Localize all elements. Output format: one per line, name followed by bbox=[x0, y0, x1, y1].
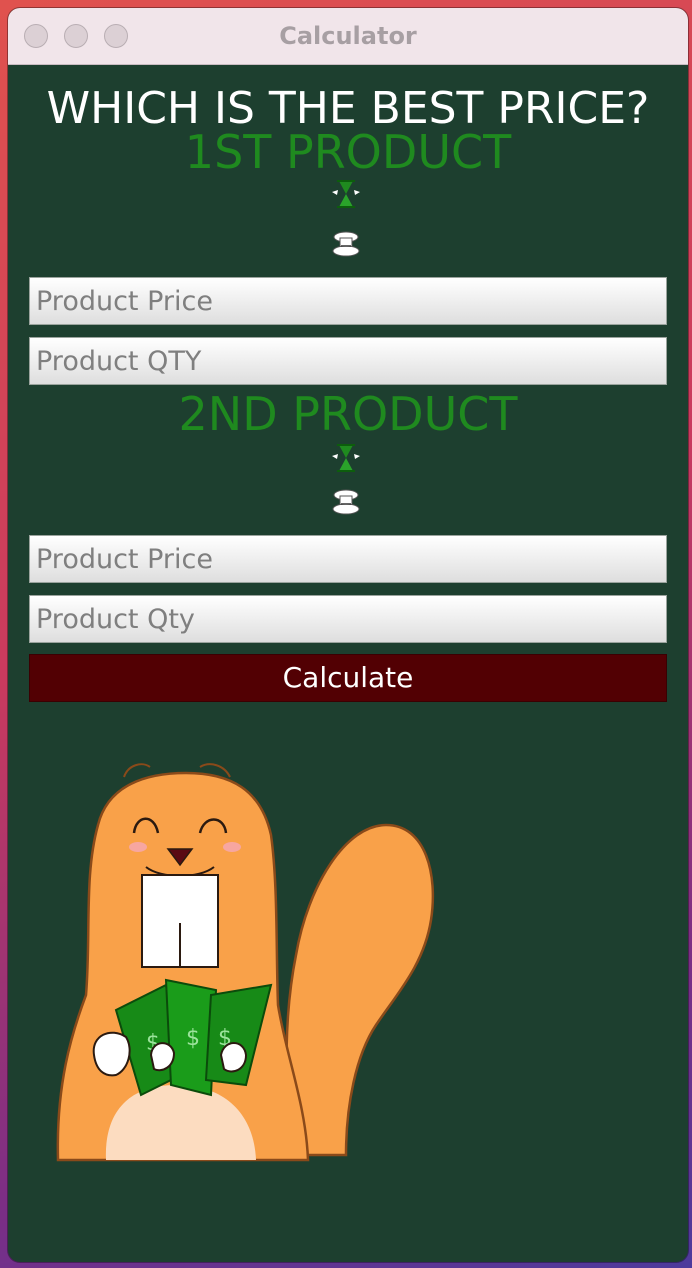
scale-icon bbox=[332, 231, 360, 257]
product-1-price-input[interactable] bbox=[29, 277, 667, 325]
product-1-title: 1ST PRODUCT bbox=[184, 125, 512, 179]
title-bar[interactable]: Calculator bbox=[8, 8, 688, 65]
product-2-title: 2ND PRODUCT bbox=[178, 387, 518, 441]
product-2-price-input[interactable] bbox=[29, 535, 667, 583]
product-1-qty-input[interactable] bbox=[29, 337, 667, 385]
hourglass-icon bbox=[332, 180, 360, 208]
product-2-qty-input[interactable] bbox=[29, 595, 667, 643]
calculator-window: Calculator WHICH IS THE BEST PRICE? 1ST … bbox=[8, 8, 688, 1262]
squirrel-with-money-icon: $ $ $ bbox=[56, 763, 435, 1162]
window-title: Calculator bbox=[279, 22, 417, 50]
main-content: WHICH IS THE BEST PRICE? 1ST PRODUCT 2ND… bbox=[8, 65, 688, 1262]
svg-text:$: $ bbox=[186, 1026, 200, 1051]
scale-icon bbox=[332, 489, 360, 515]
hourglass-icon bbox=[332, 444, 360, 472]
calculate-button[interactable]: Calculate bbox=[29, 654, 667, 702]
